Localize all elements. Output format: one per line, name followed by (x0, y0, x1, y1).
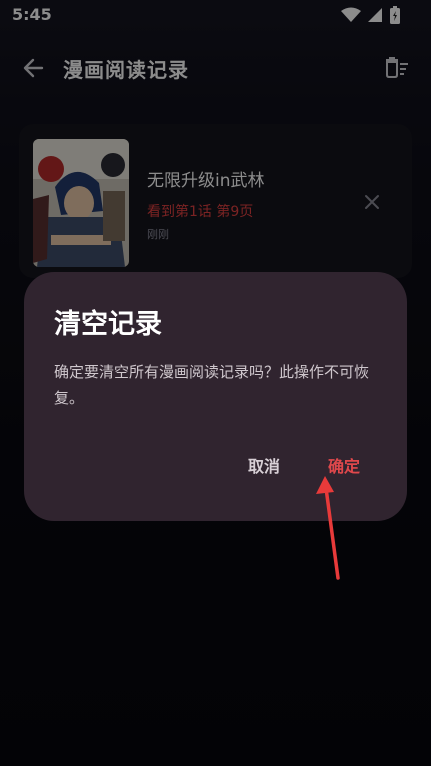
cancel-button[interactable]: 取消 (248, 453, 280, 477)
annotation-arrow-icon (316, 476, 340, 580)
dialog-title: 清空记录 (54, 309, 162, 340)
dialog-message: 确定要清空所有漫画阅读记录吗？此操作不可恢复。 (54, 363, 370, 407)
